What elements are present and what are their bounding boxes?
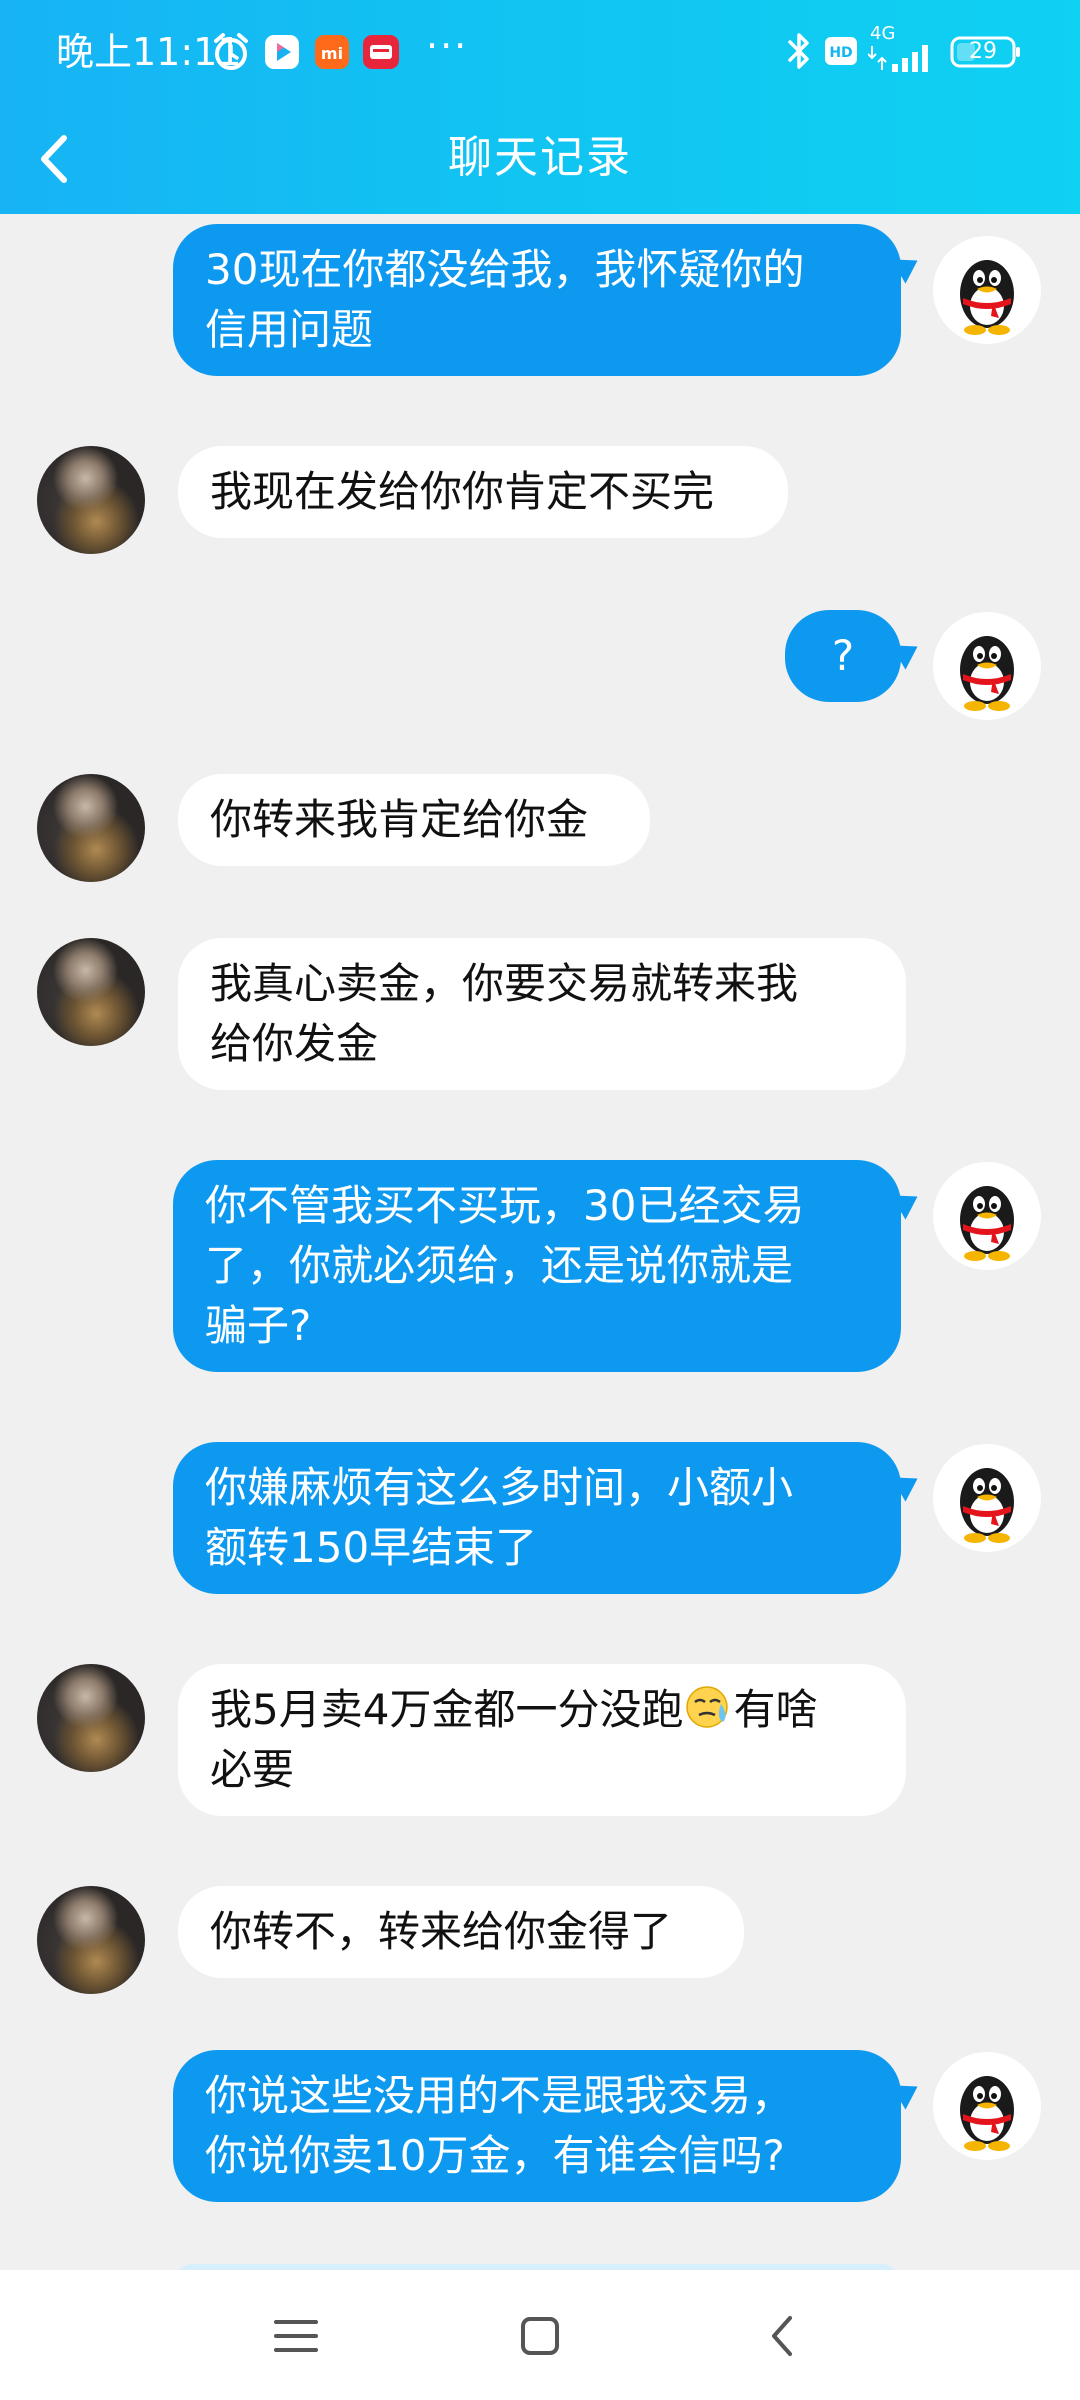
signal-icon: [868, 45, 928, 72]
network-type: 4G: [870, 23, 896, 44]
mi-app-icon: mi: [315, 35, 349, 69]
message-text: 我5月卖4万金都一分没跑: [210, 1685, 684, 1734]
user-photo-avatar[interactable]: [37, 446, 145, 554]
user-photo-avatar[interactable]: [37, 1886, 145, 1994]
back-triangle-icon[interactable]: [754, 2306, 814, 2366]
message-bubble-self[interactable]: 你嫌麻烦有这么多时间，小额小 额转150早结束了: [173, 1442, 901, 1594]
message-bubble-self[interactable]: 你不管我买不买玩，30已经交易 了，你就必须给，还是说你就是 骗子?: [173, 1160, 901, 1372]
home-square-icon[interactable]: [510, 2306, 570, 2366]
message-bubble-other[interactable]: 我现在发给你你肯定不买完: [178, 446, 788, 538]
message-bubble-other[interactable]: 我真心卖金，你要交易就转来我 给你发金: [178, 938, 906, 1090]
menu-icon[interactable]: [266, 2306, 326, 2366]
message-bubble-self[interactable]: 你说这些没用的不是跟我交易， 你说你卖10万金，有谁会信吗?: [173, 2050, 901, 2202]
shopping-app-icon: [363, 35, 399, 69]
user-photo-avatar[interactable]: [37, 938, 145, 1046]
app-header: 晚上11:11 mi ··· HD 4G 29 聊天记录: [0, 0, 1080, 214]
penguin-avatar[interactable]: [933, 236, 1041, 344]
more-notifications-icon: ···: [426, 24, 469, 68]
video-app-icon: [265, 35, 299, 69]
page-title: 聊天记录: [448, 132, 632, 183]
battery-level: 29: [969, 39, 997, 64]
svg-text:mi: mi: [321, 44, 343, 63]
penguin-avatar[interactable]: [933, 1162, 1041, 1270]
message-bubble-other[interactable]: 你转来我肯定给你金: [178, 774, 650, 866]
penguin-avatar[interactable]: [933, 1444, 1041, 1552]
alarm-icon: [214, 33, 248, 70]
message-bubble-other[interactable]: 我5月卖4万金都一分没跑 有啥 必要: [178, 1664, 906, 1816]
penguin-avatar[interactable]: [933, 2052, 1041, 2160]
svg-text:HD: HD: [829, 45, 852, 61]
message-bubble-self[interactable]: 30现在你都没给我，我怀疑你的 信用问题: [173, 224, 901, 376]
user-photo-avatar[interactable]: [37, 1664, 145, 1772]
penguin-avatar[interactable]: [933, 612, 1041, 720]
message-bubble-self[interactable]: ?: [785, 610, 901, 702]
nav-bar: 聊天记录: [0, 104, 1080, 214]
bluetooth-icon: [788, 33, 809, 69]
user-photo-avatar[interactable]: [37, 774, 145, 882]
message-bubble-other[interactable]: 你转不，转来给你金得了: [178, 1886, 744, 1978]
system-nav-bar: [0, 2270, 1080, 2400]
status-bar: 晚上11:11 mi ··· HD 4G 29: [0, 0, 1080, 104]
hd-icon: HD: [825, 37, 857, 65]
sweat-emoji: [686, 1686, 729, 1728]
chat-history[interactable]: 30现在你都没给我，我怀疑你的 信用问题 我现在发给你你肯定不买完 ? 你转来我…: [0, 214, 1080, 2270]
